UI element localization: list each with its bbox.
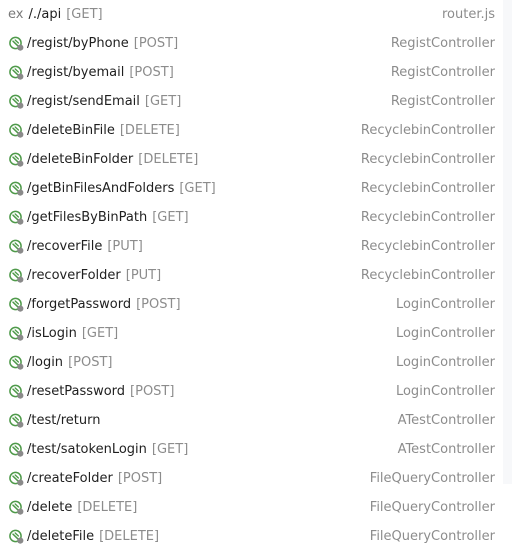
- endpoint-path: /deleteBinFile: [27, 123, 115, 138]
- endpoint-path: /deleteBinFolder: [27, 152, 134, 167]
- controller-name: ATestController: [397, 442, 495, 457]
- controller-name: RecyclebinController: [360, 123, 495, 138]
- endpoint-icon: [8, 151, 25, 168]
- list-item[interactable]: /deleteBinFolder [DELETE] RecyclebinContro…: [0, 145, 503, 174]
- endpoint-icon: [8, 325, 25, 342]
- endpoint-icon: [8, 354, 25, 371]
- list-item[interactable]: /regist/byPhone [POST] RegistController: [0, 29, 503, 58]
- endpoint-icon: [8, 296, 25, 313]
- http-method: [GET]: [66, 7, 103, 22]
- endpoint-path: /isLogin: [27, 326, 77, 341]
- controller-name: RecyclebinController: [360, 210, 495, 225]
- endpoint-icon: [8, 180, 25, 197]
- endpoint-icon: [8, 470, 25, 487]
- list-item[interactable]: /getFilesByBinPath [GET] RecyclebinControl…: [0, 203, 503, 232]
- endpoint-path: /getBinFilesAndFolders: [27, 181, 175, 196]
- controller-name: LoginController: [395, 355, 495, 370]
- list-item[interactable]: /recoverFolder [PUT] RecyclebinController: [0, 261, 503, 290]
- list-item[interactable]: /recoverFile [PUT] RecyclebinController: [0, 232, 503, 261]
- endpoint-path: /recoverFolder: [27, 268, 121, 283]
- controller-name: FileQueryController: [369, 529, 495, 544]
- controller-name: LoginController: [395, 326, 495, 341]
- controller-name: RecyclebinController: [360, 268, 495, 283]
- endpoint-path: /createFolder: [27, 471, 113, 486]
- endpoint-list: ex /./api [GET] router.js /regist/byPhon…: [0, 0, 503, 551]
- list-item[interactable]: /getBinFilesAndFolders [GET] RecyclebinCon…: [0, 174, 503, 203]
- endpoint-icon: [8, 499, 25, 516]
- http-method: [PUT]: [107, 239, 143, 254]
- scrollbar-track[interactable]: [503, 0, 512, 484]
- http-method: [POST]: [117, 471, 163, 486]
- controller-name: FileQueryController: [369, 500, 495, 515]
- endpoint-icon: [8, 93, 25, 110]
- endpoint-path: /login: [27, 355, 64, 370]
- http-method: [POST]: [129, 65, 174, 80]
- list-item[interactable]: /createFolder [POST] FileQueryController: [0, 464, 503, 493]
- endpoint-path: /recoverFile: [27, 239, 103, 254]
- source-file: router.js: [441, 7, 495, 22]
- endpoint-path: /./api: [28, 7, 62, 22]
- http-method: [POST]: [133, 36, 179, 51]
- http-method: [POST]: [136, 297, 181, 312]
- endpoint-path: /regist/sendEmail: [27, 94, 140, 109]
- http-method: [DELETE]: [138, 152, 199, 167]
- endpoint-icon: [8, 383, 25, 400]
- http-method: [GET]: [151, 442, 189, 457]
- list-item[interactable]: /regist/sendEmail [GET] RegistController: [0, 87, 503, 116]
- endpoint-icon: [8, 209, 25, 226]
- http-method: [PUT]: [125, 268, 162, 283]
- endpoint-icon: [8, 528, 25, 545]
- http-method: [DELETE]: [99, 529, 160, 544]
- endpoint-path: /test/return: [27, 413, 101, 428]
- http-method: [GET]: [179, 181, 216, 196]
- endpoint-icon: [8, 122, 25, 139]
- endpoint-icon: [8, 64, 25, 81]
- list-item[interactable]: /isLogin [GET] LoginController: [0, 319, 503, 348]
- http-method: [DELETE]: [119, 123, 180, 138]
- list-item[interactable]: /deleteFile [DELETE] FileQueryController: [0, 522, 503, 551]
- http-method: [POST]: [130, 384, 175, 399]
- controller-name: FileQueryController: [369, 471, 495, 486]
- http-method: [DELETE]: [77, 500, 138, 515]
- controller-name: RegistController: [390, 65, 495, 80]
- route-prefix: ex: [8, 7, 24, 22]
- controller-name: LoginController: [395, 297, 495, 312]
- controller-name: RegistController: [390, 36, 495, 51]
- list-item[interactable]: /login [POST] LoginController: [0, 348, 503, 377]
- endpoint-icon: [8, 441, 25, 458]
- list-item[interactable]: /test/return ATestController: [0, 406, 503, 435]
- controller-name: RegistController: [390, 94, 495, 109]
- endpoint-path: /regist/byemail: [27, 65, 125, 80]
- list-item-header[interactable]: ex /./api [GET] router.js: [0, 0, 503, 29]
- list-item[interactable]: /forgetPassword [POST] LoginController: [0, 290, 503, 319]
- list-item[interactable]: /deleteBinFile [DELETE] RecyclebinControll…: [0, 116, 503, 145]
- controller-name: RecyclebinController: [360, 152, 495, 167]
- endpoint-icon: [8, 35, 25, 52]
- endpoint-icon: [8, 267, 25, 284]
- endpoint-path: /resetPassword: [27, 384, 126, 399]
- list-item[interactable]: /regist/byemail [POST] RegistController: [0, 58, 503, 87]
- endpoint-icon: [8, 412, 25, 429]
- list-item[interactable]: /delete [DELETE] FileQueryController: [0, 493, 503, 522]
- http-method: [POST]: [68, 355, 113, 370]
- controller-name: RecyclebinController: [360, 181, 495, 196]
- endpoint-path: /delete: [27, 500, 73, 515]
- endpoint-path: /forgetPassword: [27, 297, 132, 312]
- endpoint-path: /getFilesByBinPath: [27, 210, 148, 225]
- endpoint-path: /deleteFile: [27, 529, 95, 544]
- controller-name: LoginController: [395, 384, 495, 399]
- http-method: [GET]: [81, 326, 119, 341]
- endpoint-path: /test/satokenLogin: [27, 442, 147, 457]
- endpoint-search-popup: ex /./api [GET] router.js /regist/byPhon…: [0, 0, 503, 553]
- controller-name: ATestController: [397, 413, 495, 428]
- controller-name: RecyclebinController: [360, 239, 495, 254]
- endpoint-path: /regist/byPhone: [27, 36, 129, 51]
- endpoint-icon: [8, 238, 25, 255]
- http-method: [GET]: [144, 94, 182, 109]
- list-item[interactable]: /test/satokenLogin [GET] ATestController: [0, 435, 503, 464]
- list-item[interactable]: /resetPassword [POST] LoginController: [0, 377, 503, 406]
- http-method: [GET]: [152, 210, 189, 225]
